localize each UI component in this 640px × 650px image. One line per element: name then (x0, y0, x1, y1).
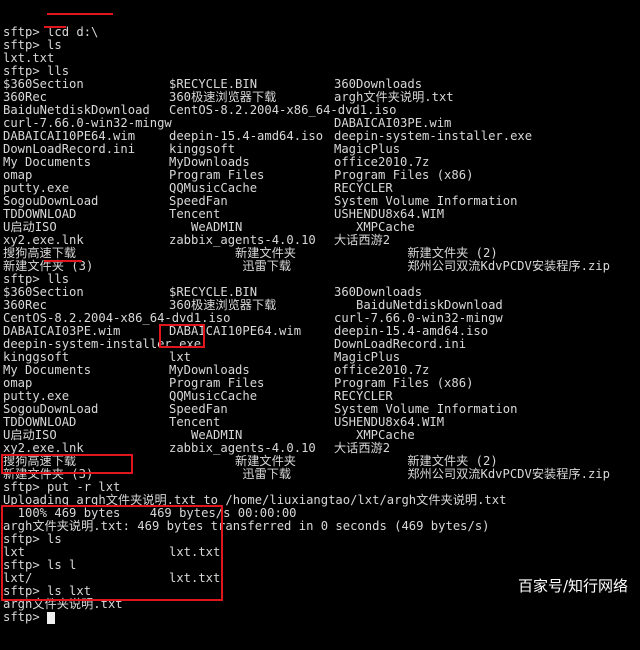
terminal-line-text: 郑州公司双流KdvPCDV安装程序.zip (334, 467, 610, 481)
terminal-line: putty.exe QQMusicCache RECYCLER (3, 390, 639, 403)
terminal-line: $360Section $RECYCLE.BIN 360Downloads (3, 286, 639, 299)
terminal-line: SogouDownLoad SpeedFan System Volume Infor… (3, 195, 639, 208)
annotation-box-verify-listing (1, 505, 223, 601)
terminal-line: deepin-system-installer.exe DownLoadRecor… (3, 338, 639, 351)
terminal-line: sftp> (3, 611, 639, 624)
annotation-underline-lcd (47, 13, 113, 15)
terminal-line: sftp> ls (3, 39, 639, 52)
terminal-line: sftp> lcd d:\ (3, 26, 639, 39)
text-cursor (47, 612, 55, 624)
terminal-line: kinggsoft lxt MagicPlus (3, 351, 639, 364)
terminal-line: My Documents MyDownloads office2010.7z (3, 156, 639, 169)
terminal-line: U启动ISO WeADMIN XMPCache (3, 221, 639, 234)
annotation-box-put-command (1, 454, 133, 474)
terminal-line: TDDOWNLOAD Tencent USHENDU8x64.WIM (3, 416, 639, 429)
terminal-line: omap Program Files Program Files (x86) (3, 377, 639, 390)
terminal-line-text: sftp> (3, 610, 48, 624)
terminal-line: U启动ISO WeADMIN XMPCache (3, 429, 639, 442)
terminal-line: xy2.exe.lnk zabbix_agents-4.0.10 大话西游2 (3, 234, 639, 247)
annotation-box-lxt-folder (159, 324, 205, 348)
terminal-line: lxt.txt (3, 52, 639, 65)
terminal-line: sftp> lls (3, 273, 639, 286)
terminal-line: sftp> lls (3, 65, 639, 78)
terminal-line: $360Section $RECYCLE.BIN 360Downloads (3, 78, 639, 91)
annotation-underline-ls (44, 26, 66, 28)
terminal-line: My Documents MyDownloads office2010.7z (3, 364, 639, 377)
terminal-line: putty.exe QQMusicCache RECYCLER (3, 182, 639, 195)
terminal-line: 新建文件夹 (3) 迅雷下载 郑州公司双流KdvPCDV安装程序.zip (3, 260, 639, 273)
terminal-line: TDDOWNLOAD Tencent USHENDU8x64.WIM (3, 208, 639, 221)
terminal-line-text: 郑州公司双流KdvPCDV安装程序.zip (334, 259, 610, 273)
terminal-line-text: 迅雷下载 (169, 467, 292, 481)
terminal-line: omap Program Files Program Files (x86) (3, 169, 639, 182)
annotation-underline-lls (44, 260, 82, 262)
terminal-line-text: 迅雷下载 (169, 259, 292, 273)
terminal-line: SogouDownLoad SpeedFan System Volume Infor… (3, 403, 639, 416)
watermark-text: 百家号/知行网络 (517, 577, 628, 595)
terminal-line: DownLoadRecord.ini kinggsoft MagicPlus (3, 143, 639, 156)
